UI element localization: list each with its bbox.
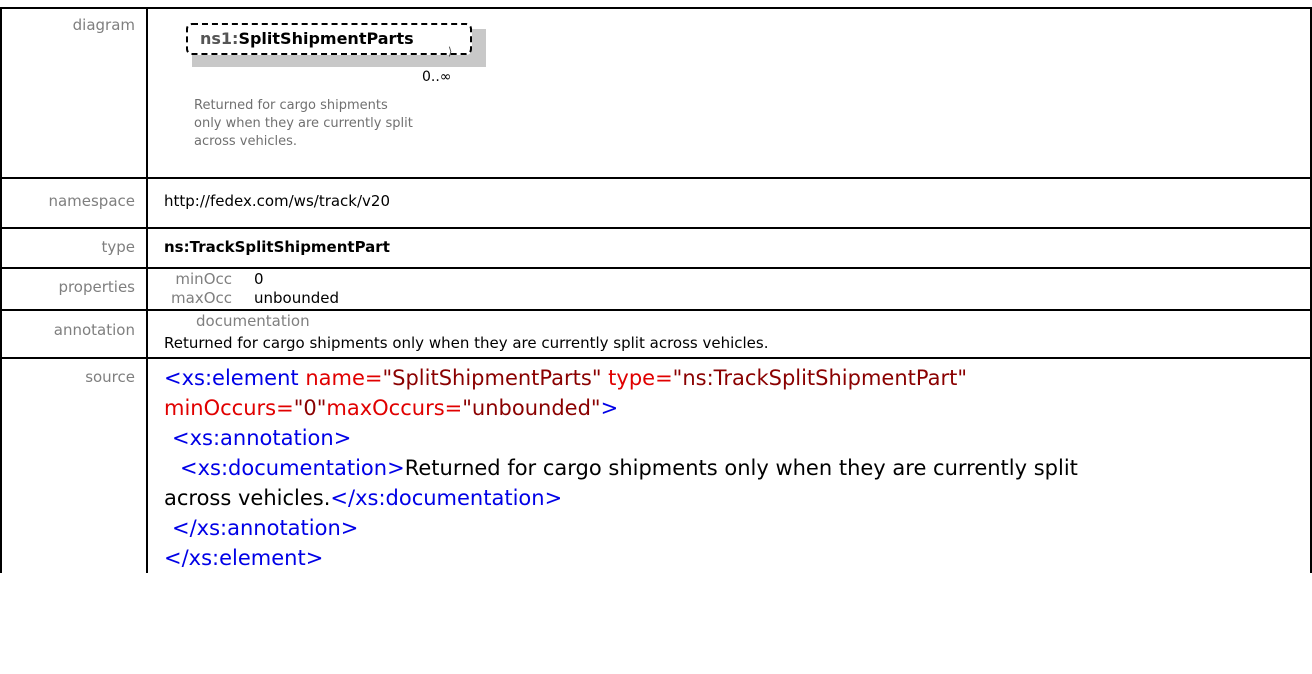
element-box[interactable]: ns1:SplitShipmentParts ⟩ <box>186 23 486 67</box>
element-documentation-table: diagram ns1:SplitShipmentParts ⟩ 0..∞ Re… <box>0 7 1312 573</box>
diagram-label: diagram <box>0 7 148 179</box>
minocc-label: minOcc <box>175 270 232 288</box>
source-label: source <box>0 357 148 573</box>
documentation-label: documentation <box>196 312 310 330</box>
annotation-label: annotation <box>0 309 148 359</box>
source-line: <xs:element name="SplitShipmentParts" ty… <box>164 366 968 390</box>
source-cell: <xs:element name="SplitShipmentParts" ty… <box>146 357 1312 573</box>
source-line: <xs:annotation> <box>172 426 352 450</box>
source-row: source <xs:element name="SplitShipmentPa… <box>0 357 1312 573</box>
diagram-row: diagram ns1:SplitShipmentParts ⟩ 0..∞ Re… <box>0 7 1312 179</box>
diagram-doc-line: across vehicles. <box>194 134 298 149</box>
minocc-value: 0 <box>254 270 264 288</box>
type-row: type ns:TrackSplitShipmentPart <box>0 227 1312 269</box>
type-link[interactable]: ns:TrackSplitShipmentPart <box>146 227 1312 269</box>
source-line: across vehicles.</xs:documentation> <box>164 486 563 510</box>
element-box-name: ns1:SplitShipmentParts <box>200 29 414 48</box>
namespace-value: http://fedex.com/ws/track/v20 <box>146 177 1312 229</box>
annotation-cell: documentation Returned for cargo shipmen… <box>146 309 1312 359</box>
occurrence-label: 0..∞ <box>422 69 452 85</box>
annotation-block: documentation Returned for cargo shipmen… <box>162 311 1310 357</box>
properties-row: properties minOcc 0 maxOcc unbounded <box>0 267 1312 311</box>
properties-label: properties <box>0 267 148 311</box>
diagram-doc-line: Returned for cargo shipments <box>194 98 388 113</box>
namespace-label: namespace <box>0 177 148 229</box>
element-diagram: ns1:SplitShipmentParts ⟩ 0..∞ Returned f… <box>164 9 1310 177</box>
source-line: minOccurs="0"maxOccurs="unbounded"> <box>164 396 619 420</box>
source-code: <xs:element name="SplitShipmentParts" ty… <box>164 359 1204 573</box>
documentation-text: Returned for cargo shipments only when t… <box>164 334 769 352</box>
maxocc-label: maxOcc <box>171 289 232 307</box>
diagram-documentation: Returned for cargo shipments only when t… <box>194 97 494 151</box>
properties-cell: minOcc 0 maxOcc unbounded <box>146 267 1312 311</box>
element-name: SplitShipmentParts <box>238 29 414 48</box>
element-prefix: ns1: <box>200 29 239 48</box>
diagram-cell: ns1:SplitShipmentParts ⟩ 0..∞ Returned f… <box>146 7 1312 179</box>
source-line: </xs:element> <box>164 546 324 570</box>
source-line: </xs:annotation> <box>172 516 359 540</box>
annotation-row: annotation documentation Returned for ca… <box>0 309 1312 359</box>
type-label: type <box>0 227 148 269</box>
diagram-doc-line: only when they are currently split <box>194 116 413 131</box>
complex-type-icon: ⟩ <box>448 45 453 58</box>
namespace-row: namespace http://fedex.com/ws/track/v20 <box>0 177 1312 229</box>
source-line: <xs:documentation>Returned for cargo shi… <box>180 456 1078 480</box>
maxocc-value: unbounded <box>254 289 339 307</box>
properties-table: minOcc 0 maxOcc unbounded <box>148 269 1310 309</box>
